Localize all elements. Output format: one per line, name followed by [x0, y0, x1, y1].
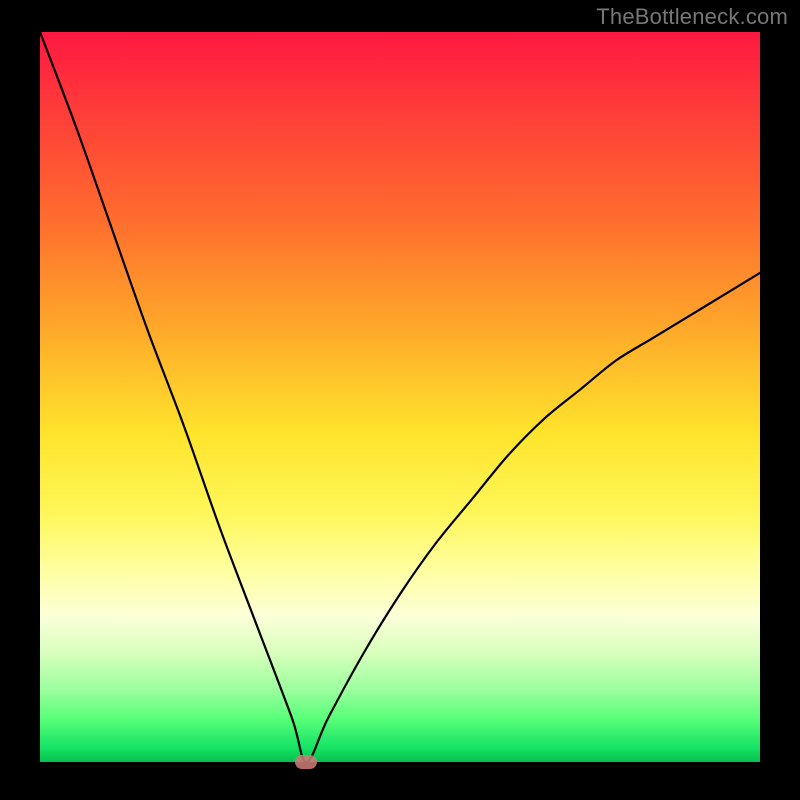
chart-frame: TheBottleneck.com [0, 0, 800, 800]
bottleneck-curve [40, 32, 760, 762]
plot-area [40, 32, 760, 762]
curve-svg [40, 32, 760, 762]
watermark-text: TheBottleneck.com [596, 4, 788, 30]
optimal-point-marker [295, 755, 317, 769]
